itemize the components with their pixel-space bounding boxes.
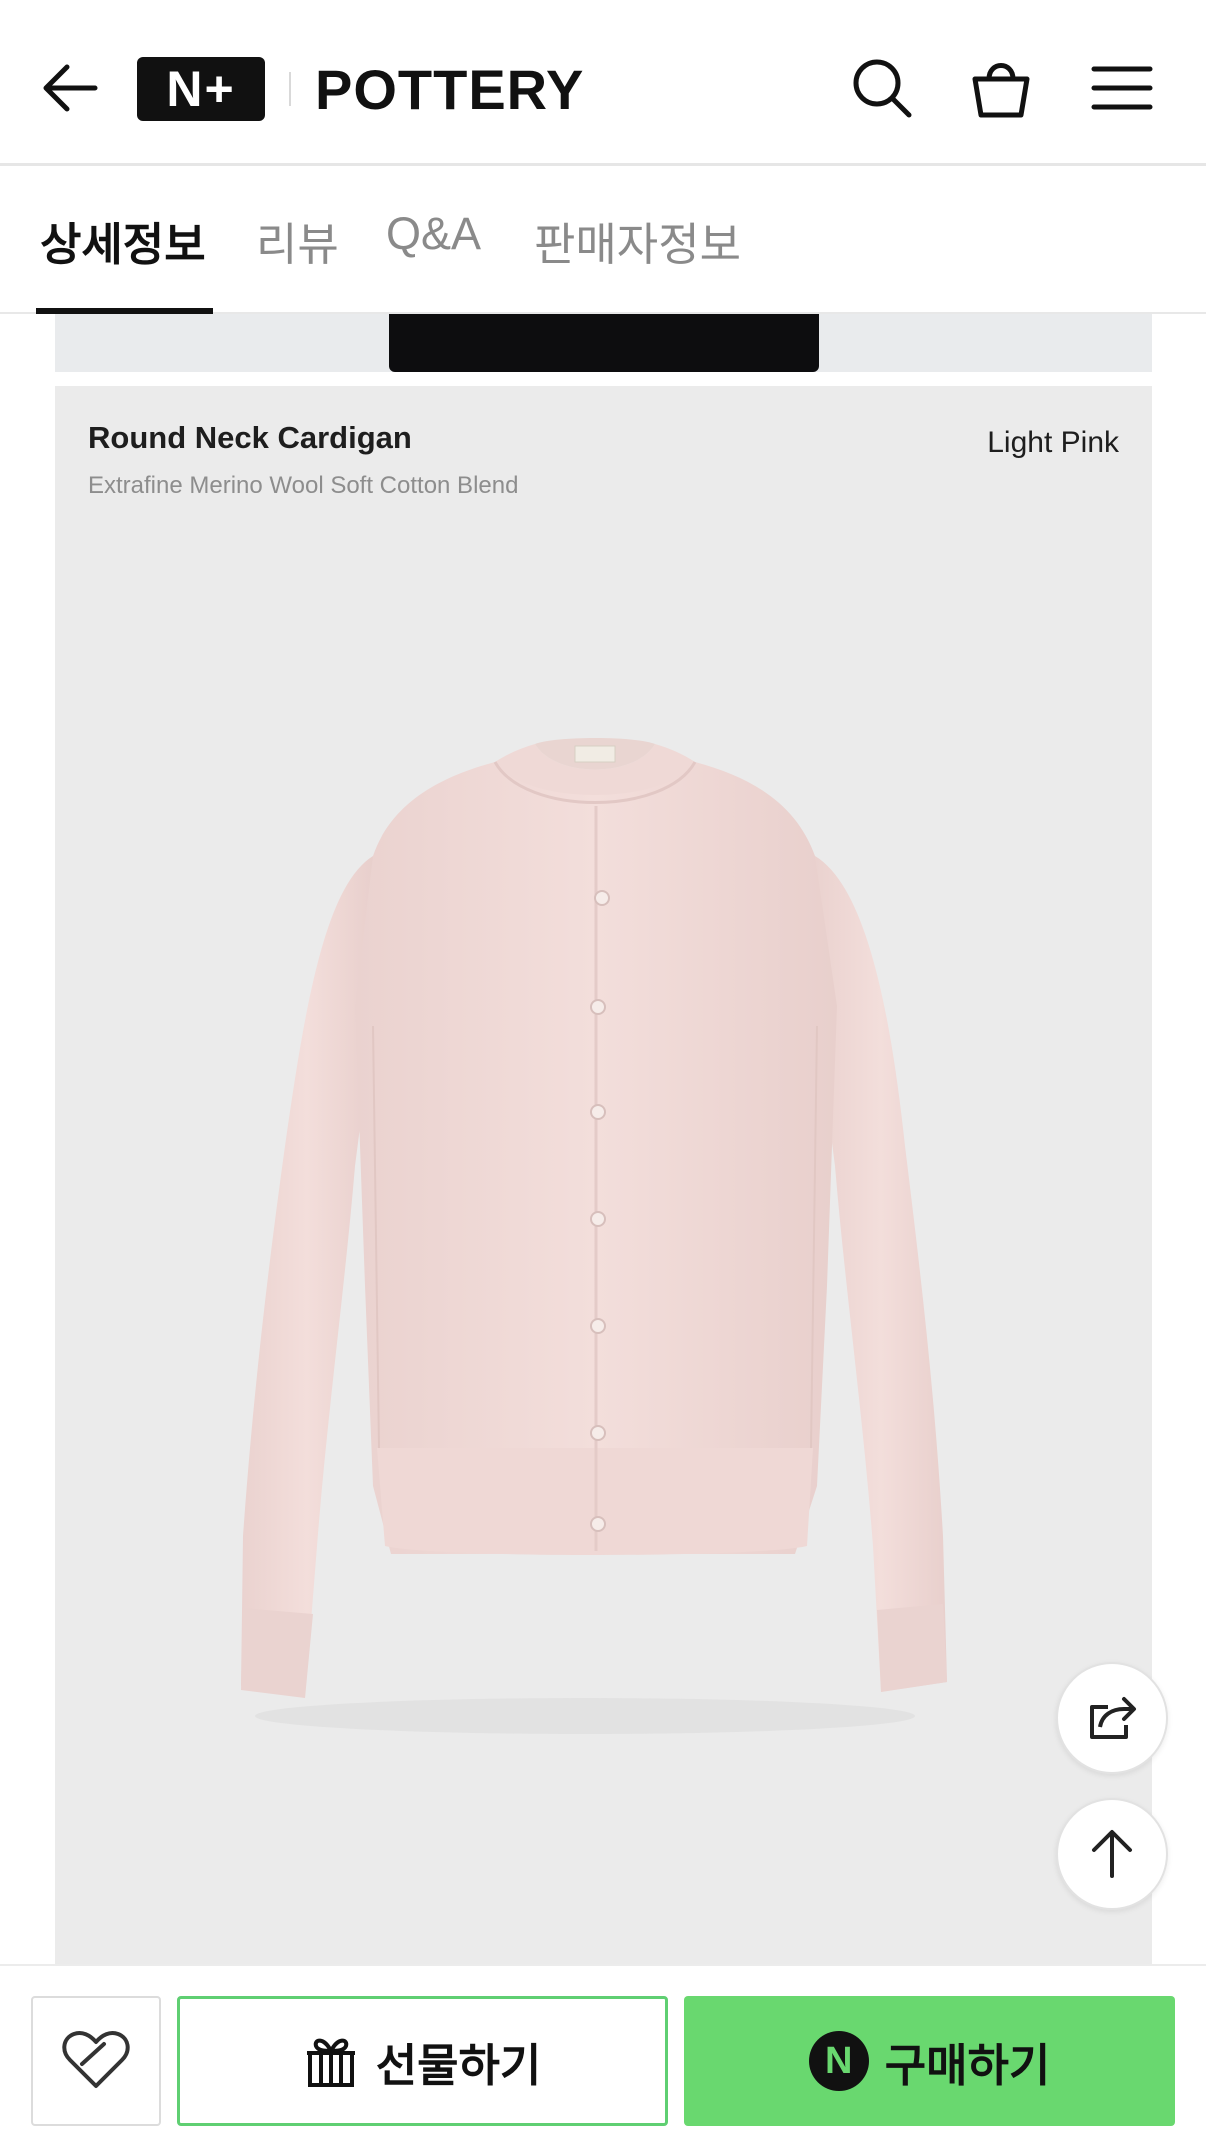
npay-icon: N	[808, 2031, 869, 2091]
product-color-name: Light Pink	[987, 426, 1119, 459]
shopping-bag-icon	[972, 63, 1030, 118]
product-material: Extrafine Merino Wool Soft Cotton Blend	[88, 472, 519, 499]
heart-icon	[62, 2031, 130, 2088]
share-icon	[1090, 1697, 1136, 1739]
cardigan-image	[241, 738, 947, 1734]
top-header: N+ POTTERY	[0, 0, 1206, 166]
tab-qna[interactable]: Q&A	[386, 208, 481, 260]
tab-reviews[interactable]: 리뷰	[256, 208, 339, 273]
buy-button-label: 구매하기	[884, 2038, 1051, 2092]
naver-plus-logo: N+	[137, 57, 265, 121]
search-button[interactable]	[846, 52, 918, 124]
menu-button[interactable]	[1086, 52, 1158, 124]
buy-button[interactable]: N 구매하기	[684, 1996, 1175, 2126]
arrow-up-icon	[1092, 1830, 1132, 1878]
brand-name: POTTERY	[315, 57, 585, 121]
store-logo[interactable]: N+ POTTERY	[137, 56, 584, 122]
tab-details[interactable]: 상세정보	[40, 208, 206, 273]
gift-icon	[306, 2038, 355, 2087]
menu-icon	[1091, 66, 1153, 110]
previous-product-image	[55, 314, 1152, 372]
bottom-action-bar: 선물하기 N 구매하기	[0, 1964, 1206, 2156]
product-tabs: 상세정보 리뷰 Q&A 판매자정보	[0, 166, 1206, 314]
back-button[interactable]	[38, 56, 102, 120]
previous-garment	[389, 314, 819, 372]
scroll-top-button[interactable]	[1056, 1798, 1168, 1910]
share-button[interactable]	[1056, 1662, 1168, 1774]
gift-button-label: 선물하기	[375, 2038, 542, 2092]
tab-seller-info[interactable]: 판매자정보	[534, 208, 741, 273]
wishlist-button[interactable]	[31, 1996, 161, 2126]
product-image-card: Round Neck Cardigan Extrafine Merino Woo…	[55, 386, 1152, 1964]
product-name: Round Neck Cardigan	[88, 420, 412, 455]
back-arrow-icon	[43, 64, 98, 112]
logo-divider	[289, 72, 291, 106]
cart-button[interactable]	[965, 52, 1037, 124]
search-icon	[853, 59, 912, 118]
product-detail-content: Round Neck Cardigan Extrafine Merino Woo…	[0, 314, 1206, 1964]
gift-button[interactable]: 선물하기	[177, 1996, 668, 2126]
